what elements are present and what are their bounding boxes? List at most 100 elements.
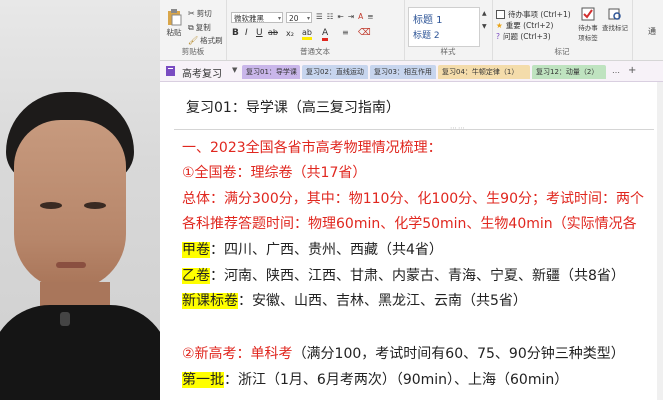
tags-group: 待办事项 (Ctrl+1) ★ 重要 (Ctrl+2) ? 问题 (Ctrl+3) … (492, 0, 633, 60)
line-heading[interactable]: 一、2023全国各省市高考物理情况梳理： (182, 137, 442, 157)
list-buttons: ☰ ☷ ⇤ ⇥ A ≡ (316, 12, 374, 21)
strikethrough-button[interactable]: ab (268, 28, 278, 37)
tag-important-label: 重要 (Ctrl+2) (505, 21, 554, 30)
checkbox-icon (496, 10, 505, 19)
title-divider (174, 129, 654, 130)
line-new-gaokao[interactable]: ②新高考：单科考（满分100，考试时间有60、75、90分钟三种类型） (182, 343, 625, 363)
section-tab[interactable]: 复习01：导学课 (242, 65, 300, 79)
chevron-down-icon: ▾ (306, 15, 310, 22)
section-tab[interactable]: 复习04：牛顿定律（1） (438, 65, 530, 79)
notebook-name[interactable]: 高考复习 (182, 65, 222, 80)
paper-a-text: ：四川、广西、贵州、西藏（共4省） (210, 242, 443, 258)
chevron-down-icon: ▾ (277, 15, 281, 22)
section-tab-label: 复习02：直线运动 (306, 68, 364, 76)
tag-question-label: 问题 (Ctrl+3) (502, 32, 551, 41)
style-heading2[interactable]: 标题 2 (413, 28, 440, 41)
indent-icon[interactable]: ⇥ (348, 12, 354, 21)
align-left-button[interactable]: ≡ (342, 28, 349, 37)
styles-gallery[interactable]: 标题 1 标题 2 (408, 7, 480, 47)
first-batch-label: 第一批 (182, 372, 224, 388)
styles-group: 标题 1 标题 2 ▲ ▼ 样式 (404, 0, 493, 60)
line-first-batch[interactable]: 第一批：浙江（1月、6月考两次）（90min）、上海（60min） (182, 369, 568, 389)
copy-icon: ⧉ (188, 22, 194, 32)
page-canvas[interactable]: 复习01：导学课（高三复习指南） ⋯⋯ 一、2023全国各省市高考物理情况梳理：… (160, 82, 663, 400)
copy-button[interactable]: ⧉ 复制 (188, 22, 211, 33)
ribbon-overflow[interactable]: 通 (648, 26, 656, 37)
find-tags-button[interactable]: 查找标记 (602, 7, 628, 32)
clipboard-group: 粘贴 ✂ 剪切 ⧉ 复制 🖌 格式刷 剪贴板 (160, 0, 227, 60)
notebook-icon (166, 66, 175, 76)
paper-a-label: 甲卷 (182, 242, 210, 258)
clear-formatting-icon[interactable]: ⌫ (358, 28, 371, 38)
highlight-button[interactable]: ab (302, 28, 312, 40)
line-new-standard[interactable]: 新课标卷：安徽、山西、吉林、黑龙江、云南（共5省） (182, 290, 527, 310)
copy-label: 复制 (195, 23, 211, 32)
tag-question[interactable]: ? 问题 (Ctrl+3) (496, 31, 551, 42)
paper-b-text: ：河南、陕西、江西、甘肃、内蒙古、青海、宁夏、新疆（共8省） (210, 268, 625, 284)
font-size-select[interactable]: 20 ▾ (286, 12, 312, 23)
format-painter-label: 格式刷 (200, 36, 223, 45)
style-heading1[interactable]: 标题 1 (413, 11, 443, 26)
styles-group-label: 样式 (440, 47, 456, 56)
font-group-label: 普通文本 (300, 47, 330, 56)
more-sections-button[interactable]: … (612, 66, 620, 75)
lapel-mic (60, 312, 70, 326)
ribbon: 粘贴 ✂ 剪切 ⧉ 复制 🖌 格式刷 剪贴板 微软雅黑 ▾ 20 ▾ ☰ ☷ ⇤ ⇥ A ≡ B I… (160, 0, 663, 61)
line-national-exam[interactable]: ①全国卷：理综卷（共17省） (182, 162, 366, 182)
todo-tag-label: 待办事项标签 (578, 24, 598, 42)
outdent-icon[interactable]: ⇤ (337, 12, 343, 21)
clipboard-group-label: 剪贴板 (181, 47, 205, 56)
bullet-list-icon[interactable]: ☰ (316, 12, 323, 21)
scissors-icon: ✂ (188, 9, 195, 18)
line-time-advice[interactable]: 各科推荐答题时间：物理60min、化学50min、生物40min（实际情况各 (182, 213, 637, 233)
brush-icon: 🖌 (188, 36, 199, 45)
section-tab[interactable]: 复习12：动量（2） (532, 65, 606, 79)
new-standard-text: ：安徽、山西、吉林、黑龙江、云南（共5省） (238, 293, 527, 309)
tag-todo[interactable]: 待办事项 (Ctrl+1) (496, 9, 571, 20)
font-group: 微软雅黑 ▾ 20 ▾ ☰ ☷ ⇤ ⇥ A ≡ B I U ab x₂ ab A ≡ ⌫ 普通… (226, 0, 405, 60)
vertical-scrollbar[interactable] (657, 82, 663, 400)
chevron-down-icon: ▼ (482, 23, 487, 30)
section-tab-label: 复习12：动量（2） (536, 68, 599, 76)
section-tab-label: 复习03：相互作用 (374, 68, 432, 76)
section-tab-label: 复习04：牛顿定律（1） (442, 68, 519, 76)
ribbon-overflow-label: 通 (648, 27, 656, 36)
webcam-video (0, 0, 160, 400)
presenter-mouth (56, 262, 86, 268)
page-title[interactable]: 复习01：导学课（高三复习指南） (186, 97, 400, 117)
presenter-eye-left (40, 202, 62, 209)
todo-check-icon (581, 7, 595, 21)
align-icon[interactable]: ≡ (367, 12, 373, 21)
new-gaokao-text: （满分100，考试时间有60、75、90分钟三种类型） (292, 346, 625, 362)
presenter-eye-right (84, 202, 106, 209)
cut-button[interactable]: ✂ 剪切 (188, 8, 212, 19)
subscript-button[interactable]: x₂ (286, 29, 294, 38)
chevron-down-icon[interactable]: ▼ (232, 66, 237, 74)
format-painter-button[interactable]: 🖌 格式刷 (188, 35, 223, 46)
section-tab[interactable]: 复习03：相互作用 (370, 65, 436, 79)
star-icon: ★ (496, 21, 503, 30)
tags-group-label: 标记 (554, 47, 570, 56)
line-paper-b[interactable]: 乙卷：河南、陕西、江西、甘肃、内蒙古、青海、宁夏、新疆（共8省） (182, 265, 625, 285)
question-icon: ? (496, 32, 500, 41)
styles-scroll[interactable]: ▲ ▼ (482, 10, 487, 30)
clear-format-icon[interactable]: A (358, 12, 363, 21)
line-paper-a[interactable]: 甲卷：四川、广西、贵州、西藏（共4省） (182, 239, 443, 259)
underline-button[interactable]: U (256, 28, 263, 38)
font-size-value: 20 (289, 14, 299, 23)
tag-todo-label: 待办事项 (Ctrl+1) (508, 10, 571, 19)
add-section-button[interactable]: + (628, 65, 636, 76)
font-family-select[interactable]: 微软雅黑 ▾ (231, 12, 283, 23)
font-color-button[interactable]: A (322, 28, 329, 41)
todo-tag-button[interactable]: 待办事项标签 (576, 7, 600, 42)
paste-button[interactable]: 粘贴 (166, 8, 182, 38)
line-overview[interactable]: 总体：满分300分，其中：物110分、化100分、生90分；考试时间：两个 (182, 188, 644, 208)
italic-button[interactable]: I (245, 28, 248, 38)
bold-button[interactable]: B (232, 28, 239, 38)
tag-important[interactable]: ★ 重要 (Ctrl+2) (496, 20, 553, 31)
drag-handle-icon[interactable]: ⋯⋯ (450, 124, 466, 132)
section-tab[interactable]: 复习02：直线运动 (302, 65, 368, 79)
onenote-window: 粘贴 ✂ 剪切 ⧉ 复制 🖌 格式刷 剪贴板 微软雅黑 ▾ 20 ▾ ☰ ☷ ⇤ ⇥ A ≡ B I… (160, 0, 663, 400)
section-tab-label: 复习01：导学课 (246, 68, 297, 76)
number-list-icon[interactable]: ☷ (327, 12, 334, 21)
